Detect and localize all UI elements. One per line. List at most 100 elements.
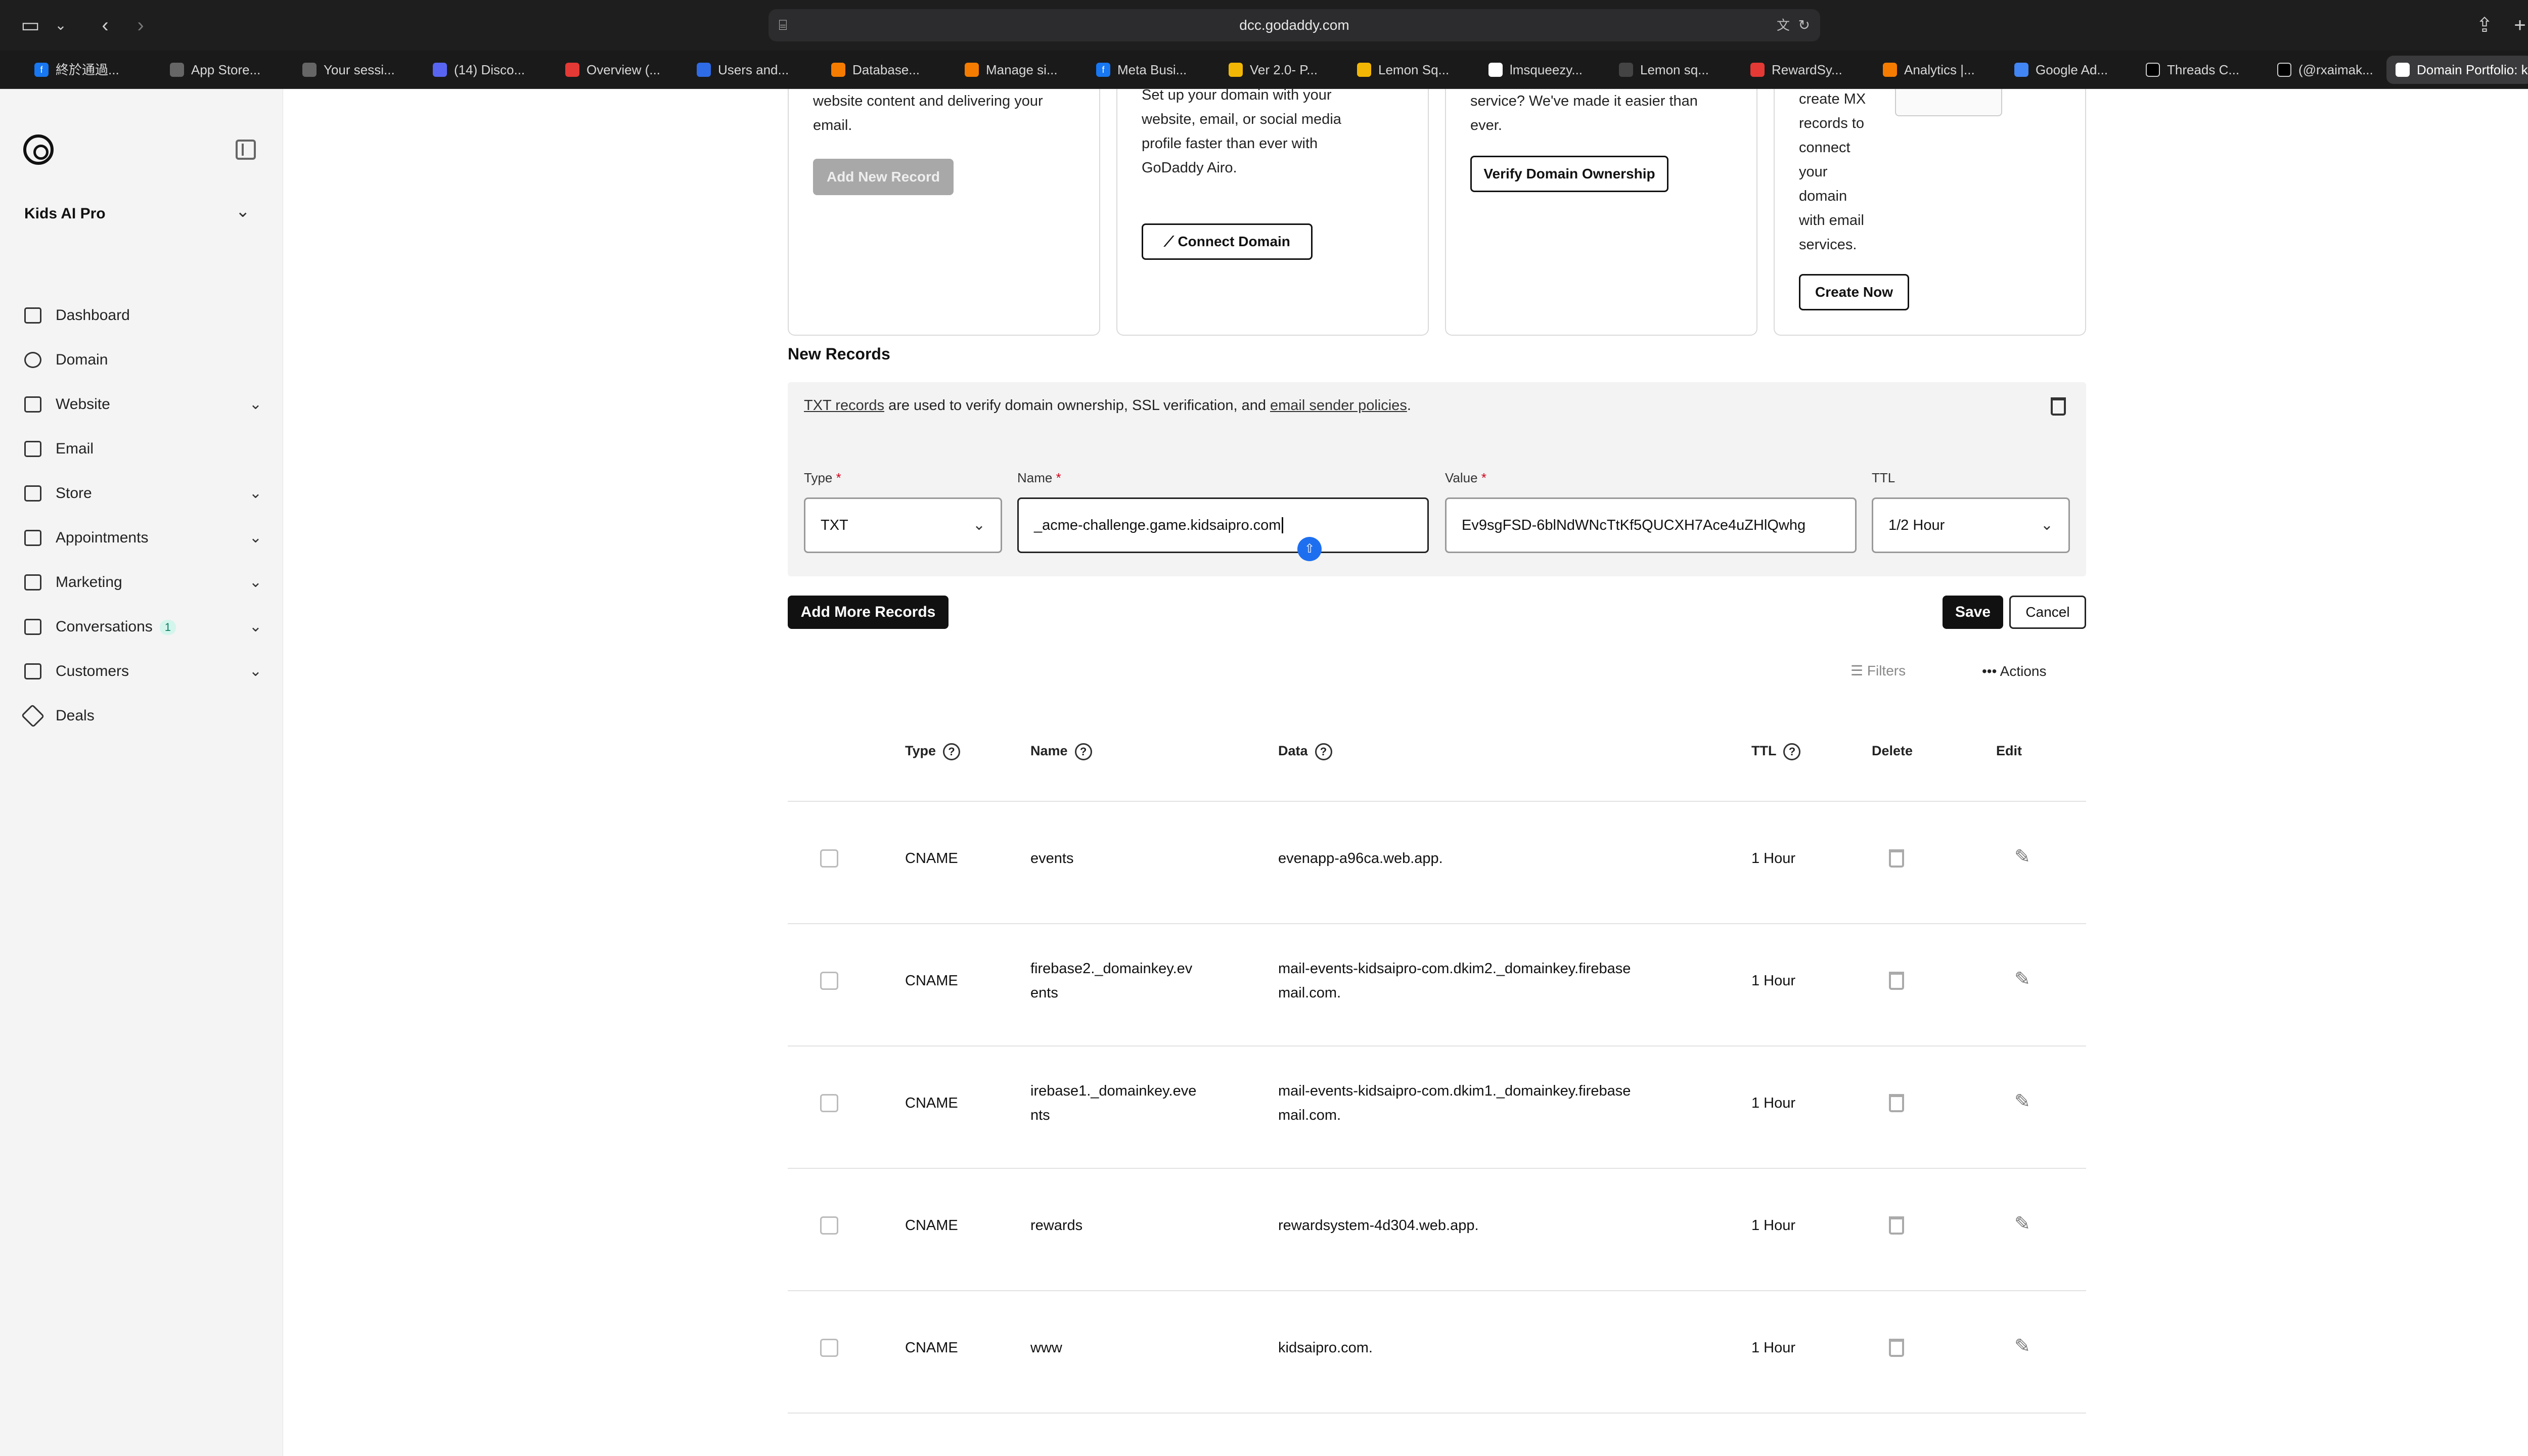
analytics-icon <box>1883 63 1897 77</box>
back-icon[interactable]: ‹ <box>93 13 117 37</box>
edit-pencil-icon[interactable]: ✎ <box>2014 1335 2030 1357</box>
translate-icon[interactable]: 文 <box>1777 9 1790 41</box>
tab-item[interactable]: App Store... <box>161 56 296 84</box>
add-new-record-button[interactable]: Add New Record <box>813 159 954 195</box>
edit-pencil-icon[interactable]: ✎ <box>2014 1212 2030 1235</box>
threads-icon <box>2146 63 2160 77</box>
tab-item[interactable]: Ver 2.0- P... <box>1220 56 1355 84</box>
delete-trash-icon[interactable] <box>1889 972 1904 990</box>
help-icon[interactable]: ? <box>1315 743 1332 760</box>
trash-icon[interactable] <box>2051 397 2066 416</box>
delete-trash-icon[interactable] <box>1889 849 1904 868</box>
address-bar[interactable]: ⌸ dcc.godaddy.com 文 ↻ <box>769 9 1820 41</box>
tab-item[interactable]: Manage si... <box>956 56 1091 84</box>
row-checkbox[interactable] <box>820 1339 838 1357</box>
create-now-button[interactable]: Create Now <box>1799 274 1909 310</box>
connect-domain-button[interactable]: ⟋ Connect Domain <box>1142 223 1313 260</box>
illustration-image <box>1895 89 2002 116</box>
record-data-cont: mail.com. <box>1278 1107 1341 1123</box>
sidebar-toggle-icon[interactable]: ▭ <box>18 13 42 37</box>
tab-item[interactable]: Database... <box>822 56 958 84</box>
type-label: Type * <box>804 470 841 485</box>
text-selection-handle-icon[interactable]: ⇧ <box>1297 537 1322 561</box>
help-icon[interactable]: ? <box>1074 743 1092 760</box>
sidebar-item-appointments[interactable]: Appointments ⌄ <box>24 523 262 553</box>
lemon-squeezy-icon <box>1619 63 1633 77</box>
tab-item[interactable]: Users and... <box>688 56 823 84</box>
delete-trash-icon[interactable] <box>1889 1094 1904 1112</box>
chevron-down-icon[interactable]: ⌄ <box>49 13 73 37</box>
edit-pencil-icon[interactable]: ✎ <box>2014 968 2030 990</box>
help-icon[interactable]: ? <box>1783 743 1801 760</box>
card-text: website, email, or social media <box>1142 111 1341 127</box>
record-name-cont: ents <box>1030 985 1058 1001</box>
tab-item[interactable]: (@rxaimak... <box>2268 56 2404 84</box>
verify-domain-ownership-button[interactable]: Verify Domain Ownership <box>1470 156 1668 192</box>
add-more-records-button[interactable]: Add More Records <box>788 596 949 629</box>
save-button[interactable]: Save <box>1943 596 2003 629</box>
sidebar-item-customers[interactable]: Customers ⌄ <box>24 656 262 687</box>
txt-records-link[interactable]: TXT records <box>804 397 884 414</box>
record-type: CNAME <box>905 1340 958 1356</box>
tab-item[interactable]: f Meta Busi... <box>1087 56 1223 84</box>
row-checkbox[interactable] <box>820 1216 838 1235</box>
sidebar-item-deals[interactable]: Deals <box>21 701 262 731</box>
tab-item[interactable]: lmsqueezy... <box>1479 56 1615 84</box>
row-checkbox[interactable] <box>820 1094 838 1112</box>
new-tab-icon[interactable]: + <box>2508 13 2528 37</box>
row-checkbox[interactable] <box>820 972 838 990</box>
chevron-down-icon: ⌄ <box>249 574 262 590</box>
website-icon <box>24 396 41 413</box>
tab-item-active[interactable]: Domain Portfolio: kid... <box>2386 56 2528 84</box>
site-selector[interactable]: Kids AI Pro <box>24 205 106 222</box>
type-select[interactable]: TXT ⌄ <box>804 497 1002 553</box>
tab-item[interactable]: Overview (... <box>556 56 692 84</box>
sidebar-item-marketing[interactable]: Marketing ⌄ <box>24 567 262 598</box>
overview-icon <box>565 63 579 77</box>
tab-item[interactable]: RewardSy... <box>1741 56 1877 84</box>
sidebar-item-website[interactable]: Website ⌄ <box>24 389 262 420</box>
tab-item[interactable]: Lemon sq... <box>1610 56 1745 84</box>
card-connect-domain: Set up your domain with your website, em… <box>1116 87 1429 336</box>
name-input[interactable]: _acme-challenge.game.kidsaipro.com <box>1017 497 1429 553</box>
reload-icon[interactable]: ↻ <box>1798 9 1810 41</box>
row-checkbox[interactable] <box>820 849 838 868</box>
sidebar-item-store[interactable]: Store ⌄ <box>24 478 262 509</box>
sidebar-item-conversations[interactable]: Conversations 1 ⌄ <box>24 612 262 642</box>
share-icon[interactable]: ⇪ <box>2472 13 2497 37</box>
tab-item[interactable]: f 終於通過... <box>25 56 161 84</box>
megaphone-icon <box>24 574 41 590</box>
edit-pencil-icon[interactable]: ✎ <box>2014 845 2030 868</box>
tab-item[interactable]: Google Ad... <box>2005 56 2141 84</box>
record-name: irebase1._domainkey.eve <box>1030 1083 1197 1099</box>
forward-icon[interactable]: › <box>128 13 153 37</box>
chevron-down-icon: ⌄ <box>249 485 262 502</box>
ttl-select[interactable]: 1/2 Hour ⌄ <box>1872 497 2070 553</box>
tab-item[interactable]: Analytics |... <box>1874 56 2009 84</box>
help-icon[interactable]: ? <box>943 743 961 760</box>
delete-trash-icon[interactable] <box>1889 1216 1904 1235</box>
conversations-label: Conversations <box>56 618 153 635</box>
site-settings-icon[interactable]: ⌸ <box>779 9 787 41</box>
meta-icon: f <box>1096 63 1110 77</box>
record-ttl: 1 Hour <box>1751 850 1796 867</box>
chevron-down-icon[interactable]: ⌄ <box>236 201 250 221</box>
email-sender-policies-link[interactable]: email sender policies <box>1270 397 1407 414</box>
tab-item[interactable]: (14) Disco... <box>424 56 559 84</box>
version-icon <box>1229 63 1243 77</box>
sidebar-item-dashboard[interactable]: Dashboard <box>24 300 262 331</box>
godaddy-logo-icon[interactable] <box>23 134 54 165</box>
tab-item[interactable]: Your sessi... <box>293 56 429 84</box>
tab-item[interactable]: Lemon Sq... <box>1348 56 1483 84</box>
edit-pencil-icon[interactable]: ✎ <box>2014 1090 2030 1113</box>
record-name: events <box>1030 850 1074 867</box>
actions-button[interactable]: ••• Actions <box>1982 663 2046 679</box>
sidebar-item-email[interactable]: Email <box>24 434 262 464</box>
sidebar-item-domain[interactable]: Domain <box>24 345 262 375</box>
filters-button[interactable]: ☰ Filters <box>1850 662 1906 679</box>
value-input[interactable]: Ev9sgFSD-6blNdWNcTtKf5QUCXH7Ace4uZHlQwhg <box>1445 497 1857 553</box>
cancel-button[interactable]: Cancel <box>2009 596 2086 629</box>
delete-trash-icon[interactable] <box>1889 1339 1904 1357</box>
tab-item[interactable]: Threads C... <box>2137 56 2272 84</box>
collapse-sidebar-icon[interactable] <box>236 140 256 160</box>
